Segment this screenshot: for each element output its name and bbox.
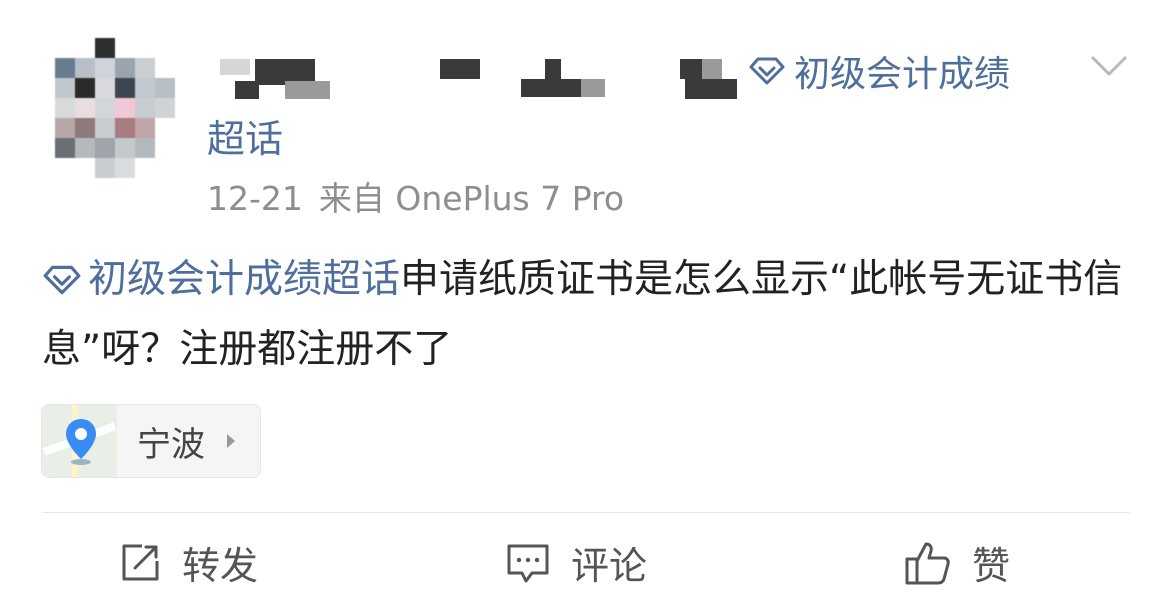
comment-icon [507,544,549,582]
topic-tag[interactable]: 初级会计成绩 [748,46,1010,96]
comment-button[interactable]: 评论 [505,535,647,590]
super-topic-label[interactable]: 超话 [207,108,283,163]
post-meta: 12-21 来自 OnePlus 7 Pro [207,172,624,220]
location-name: 宁波 [137,424,205,465]
repost-button[interactable]: 转发 [118,535,258,590]
topic-tag-label: 初级会计成绩 [794,54,1011,95]
like-label: 赞 [972,544,1011,588]
diamond-icon [43,265,81,295]
post-date: 12-21 [207,179,303,218]
repost-icon [122,544,159,580]
thumbs-up-icon [905,542,950,584]
post-source: 来自 OnePlus 7 Pro [318,179,625,218]
chevron-down-icon[interactable] [1090,50,1128,80]
map-pin-icon [66,419,96,465]
username-redacted[interactable] [215,55,745,100]
map-thumbnail [42,405,117,477]
like-button[interactable]: 赞 [904,535,1010,590]
location-card[interactable]: 宁波 [41,404,261,478]
divider [42,512,1130,513]
repost-label: 转发 [182,544,259,588]
post-body: 初级会计成绩超话申请纸质证书是怎么显示“此帐号无证书信息”呀？注册都注册不了 [42,245,1132,385]
diamond-icon [749,57,785,85]
comment-label: 评论 [571,544,648,588]
chevron-right-icon [227,434,235,448]
avatar[interactable] [55,38,180,178]
topic-link[interactable]: 初级会计成绩超话 [42,257,400,302]
topic-link-label: 初级会计成绩超话 [88,257,401,302]
